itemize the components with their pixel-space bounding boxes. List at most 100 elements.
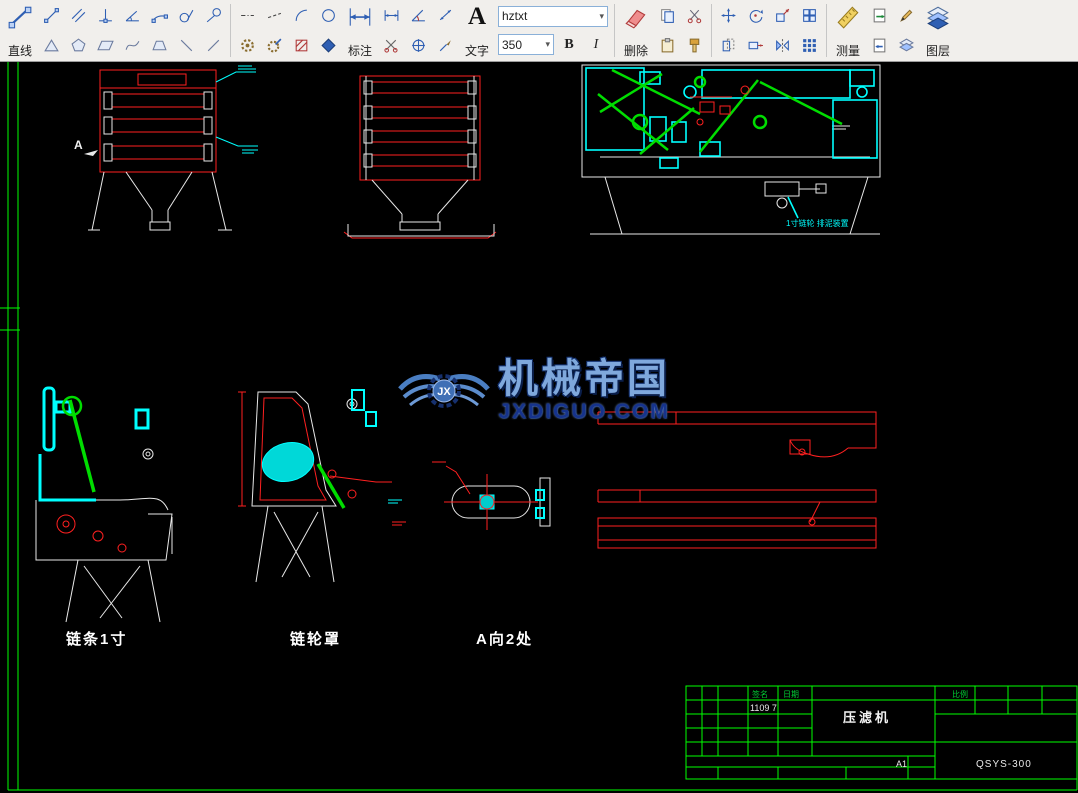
line-2pt-button[interactable] [38, 2, 65, 29]
view-front-left[interactable] [84, 65, 258, 231]
angle-line-button[interactable] [119, 2, 146, 29]
view-side-right[interactable] [581, 64, 881, 235]
font-size-select[interactable]: 350 ▾ [498, 34, 554, 56]
trapezoid-icon [151, 37, 168, 54]
title-block-sign-label: 签名 [752, 690, 768, 699]
import-sheet-button[interactable] [866, 32, 893, 59]
parallel-line-button[interactable] [65, 2, 92, 29]
watermark-brand: 机械帝国 [498, 357, 670, 401]
stretch-icon [747, 37, 764, 54]
grid-array-icon [801, 37, 818, 54]
toolbar-separator [826, 4, 827, 57]
dimension-panel-button[interactable]: 标注 [342, 0, 378, 61]
aligned-dim-button[interactable] [432, 2, 459, 29]
line-panel-button[interactable]: 直线 [2, 0, 38, 61]
tangent-circle-button[interactable] [173, 2, 200, 29]
scale-icon [774, 7, 791, 24]
layers-icon [927, 6, 949, 30]
parallelogram-button[interactable] [92, 32, 119, 59]
mirror-button[interactable] [769, 32, 796, 59]
text-panel-button[interactable]: A 文字 [459, 0, 495, 61]
linear-dim-button[interactable] [378, 2, 405, 29]
array-button[interactable] [796, 2, 823, 29]
triangle-button[interactable] [38, 32, 65, 59]
rotate-icon [747, 7, 764, 24]
measure-panel-label: 测量 [835, 44, 860, 58]
move-button[interactable] [715, 2, 742, 29]
leader-icon [437, 37, 454, 54]
gear-edit-button[interactable] [261, 32, 288, 59]
arc-button[interactable] [288, 2, 315, 29]
dimension-icon [349, 8, 371, 26]
erase-panel-button[interactable]: 删除 [618, 0, 654, 61]
paste-button[interactable] [654, 32, 681, 59]
view-marker-a: A [74, 138, 83, 152]
title-block-scale-label: 比例 [952, 690, 968, 699]
tangent-line-button[interactable] [200, 2, 227, 29]
watermark-site: JXDIGUO.COM [498, 400, 670, 423]
sheet-io-group [866, 0, 893, 61]
detail-a-view[interactable] [432, 461, 551, 530]
pentagon-button[interactable] [65, 32, 92, 59]
datum-button[interactable] [405, 32, 432, 59]
layer-panel-button[interactable]: 图层 [920, 0, 956, 61]
drawing-area[interactable]: JX 机械帝国 JXDIGUO.COM A 1寸链轮 排泥装置 链条1寸 链轮罩… [0, 62, 1078, 793]
bold-button[interactable]: B [557, 34, 581, 55]
grid-array-button[interactable] [796, 32, 823, 59]
export-sheet-icon [871, 7, 888, 24]
spline-button[interactable] [119, 32, 146, 59]
stretch-button[interactable] [742, 32, 769, 59]
detail-frame[interactable] [597, 411, 877, 549]
pencil-button[interactable] [893, 2, 920, 29]
cad-drawing-canvas[interactable] [0, 62, 1078, 793]
chevron-down-icon: ▾ [599, 10, 604, 21]
backslash-line-button[interactable] [173, 32, 200, 59]
slash-line-button[interactable] [200, 32, 227, 59]
font-name-select[interactable]: hztxt ▾ [498, 5, 608, 27]
trapezoid-button[interactable] [146, 32, 173, 59]
triangle-icon [43, 37, 60, 54]
block-button[interactable] [315, 32, 342, 59]
pentagon-icon [70, 37, 87, 54]
hatch-button[interactable] [288, 32, 315, 59]
export-sheet-button[interactable] [866, 2, 893, 29]
dim-edit-button[interactable] [378, 32, 405, 59]
ruler-icon [837, 6, 859, 29]
detail-label-cover: 链轮罩 [290, 631, 342, 648]
layers-small-button[interactable] [893, 32, 920, 59]
format-brush-button[interactable] [681, 32, 708, 59]
cut-button[interactable] [681, 2, 708, 29]
parallelogram-icon [97, 37, 114, 54]
copy-icon [659, 7, 676, 24]
import-sheet-icon [871, 37, 888, 54]
angle-dim-icon [410, 7, 427, 24]
measure-panel-button[interactable]: 测量 [830, 0, 866, 61]
eraser-icon [625, 9, 646, 29]
circle-button[interactable] [315, 2, 342, 29]
offset-button[interactable] [715, 32, 742, 59]
arc-3pt-icon [151, 7, 168, 24]
detail-chain[interactable] [35, 386, 173, 623]
mirror-icon [774, 37, 791, 54]
leader-button[interactable] [432, 32, 459, 59]
title-block-date-value: 1109 7 [750, 703, 777, 713]
sheet-border [0, 62, 1078, 791]
arc-3pt-button[interactable] [146, 2, 173, 29]
toolbar-separator [614, 4, 615, 57]
scale-button[interactable] [769, 2, 796, 29]
rotate-button[interactable] [742, 2, 769, 29]
dash-line-button[interactable] [261, 2, 288, 29]
gear-button[interactable] [234, 32, 261, 59]
line-2pt-icon [43, 7, 60, 24]
hatch-icon [293, 37, 310, 54]
detail-sprocket-cover[interactable] [238, 389, 406, 583]
angle-dim-button[interactable] [405, 2, 432, 29]
dashdot-line-button[interactable] [234, 2, 261, 29]
italic-button[interactable]: I [584, 34, 608, 55]
watermark-emblem-text: JX [437, 386, 451, 398]
copy-button[interactable] [654, 2, 681, 29]
text-tool-icon: A [467, 3, 487, 30]
view-front-middle[interactable] [343, 75, 497, 239]
array-icon [801, 7, 818, 24]
perp-line-button[interactable] [92, 2, 119, 29]
